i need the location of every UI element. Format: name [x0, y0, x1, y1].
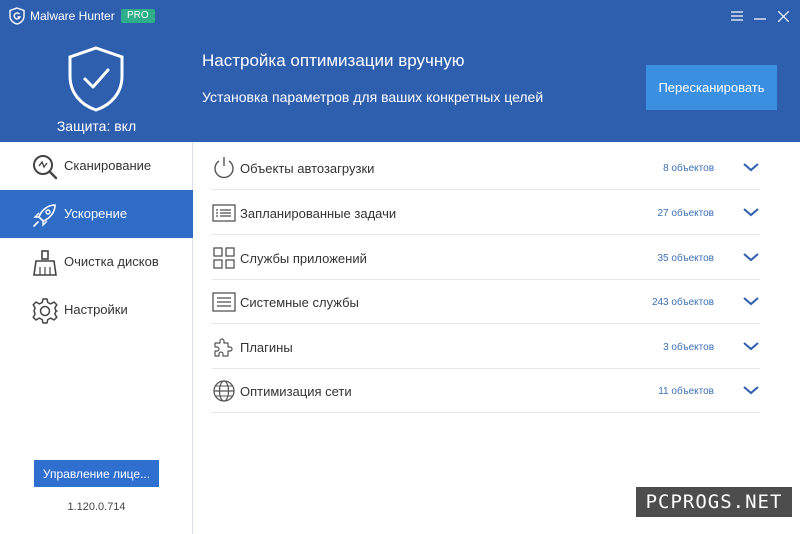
- license-management-button[interactable]: Управление лице...: [34, 460, 159, 487]
- list-item-app-services[interactable]: Службы приложений 35 объектов: [212, 236, 760, 280]
- shield-check-icon: [68, 46, 124, 112]
- list-item-network-optimization[interactable]: Оптимизация сети 11 объектов: [212, 369, 760, 413]
- list-item-startup[interactable]: Объекты автозагрузки 8 объектов: [212, 146, 760, 190]
- sidebar-item-settings[interactable]: Настройки: [0, 286, 193, 334]
- system-list-icon: [212, 292, 236, 312]
- close-button[interactable]: [773, 6, 793, 26]
- row-count: 8 объектов: [663, 163, 714, 174]
- sidebar-item-label: Настройки: [64, 302, 128, 317]
- page-title: Настройка оптимизации вручную: [202, 51, 465, 70]
- row-label: Плагины: [240, 340, 293, 355]
- menu-button[interactable]: [727, 6, 747, 26]
- optimization-list: Объекты автозагрузки 8 объектов Запланир…: [194, 142, 800, 534]
- sidebar: Сканирование Ускорение Очистка дисков На…: [0, 142, 193, 534]
- power-icon: [214, 157, 234, 179]
- app-title: Malware Hunter: [30, 9, 115, 23]
- hamburger-icon: [731, 11, 743, 21]
- minimize-icon: [754, 18, 766, 20]
- sidebar-item-label: Очистка дисков: [64, 254, 159, 269]
- sidebar-item-disk-cleanup[interactable]: Очистка дисков: [0, 238, 193, 286]
- row-count: 243 объектов: [651, 297, 714, 308]
- list-item-plugins[interactable]: Плагины 3 объектов: [212, 325, 760, 369]
- broom-icon: [33, 250, 57, 276]
- sidebar-item-scan[interactable]: Сканирование: [0, 142, 193, 190]
- chevron-down-icon[interactable]: [742, 160, 760, 174]
- row-count: 11 объектов: [658, 386, 714, 397]
- row-label: Службы приложений: [240, 251, 367, 266]
- app-grid-icon: [213, 247, 235, 269]
- list-item-system-services[interactable]: Системные службы 243 объектов: [212, 280, 760, 324]
- row-label: Оптимизация сети: [240, 384, 352, 399]
- row-label: Объекты автозагрузки: [240, 161, 375, 176]
- minimize-button[interactable]: [750, 6, 770, 26]
- chevron-down-icon[interactable]: [742, 250, 760, 264]
- row-count: 35 объектов: [657, 253, 715, 264]
- chevron-down-icon[interactable]: [742, 205, 760, 219]
- list-item-scheduled-tasks[interactable]: Запланированные задачи 27 объектов: [212, 191, 760, 235]
- row-count: 27 объектов: [657, 208, 715, 219]
- chevron-down-icon[interactable]: [742, 383, 760, 397]
- sidebar-item-label: Ускорение: [64, 206, 128, 221]
- rescan-button[interactable]: Пересканировать: [646, 65, 777, 110]
- sidebar-item-boost[interactable]: Ускорение: [0, 190, 193, 238]
- header-banner: Malware Hunter PRO Защита: вкл Настройка…: [0, 0, 800, 142]
- gear-icon: [32, 298, 58, 324]
- chevron-down-icon[interactable]: [742, 294, 760, 308]
- row-count: 3 объектов: [663, 342, 714, 353]
- chevron-down-icon[interactable]: [742, 339, 760, 353]
- row-label: Системные службы: [240, 295, 359, 310]
- app-logo-icon: [9, 7, 25, 25]
- close-icon: [777, 10, 789, 22]
- version-label: 1.120.0.714: [67, 501, 126, 513]
- title-bar[interactable]: Malware Hunter PRO: [0, 0, 800, 32]
- sidebar-item-label: Сканирование: [64, 158, 152, 173]
- rocket-icon: [33, 204, 56, 227]
- page-subtitle: Установка параметров для ваших конкретны…: [202, 89, 544, 105]
- task-list-icon: [212, 204, 236, 222]
- watermark: PCPROGS.NET: [636, 487, 792, 517]
- globe-icon: [213, 380, 235, 402]
- puzzle-icon: [214, 338, 233, 357]
- row-label: Запланированные задачи: [240, 206, 397, 221]
- protection-status: Защита: вкл: [56, 118, 137, 134]
- scan-magnifier-icon: [33, 155, 58, 180]
- pro-badge: PRO: [121, 9, 155, 23]
